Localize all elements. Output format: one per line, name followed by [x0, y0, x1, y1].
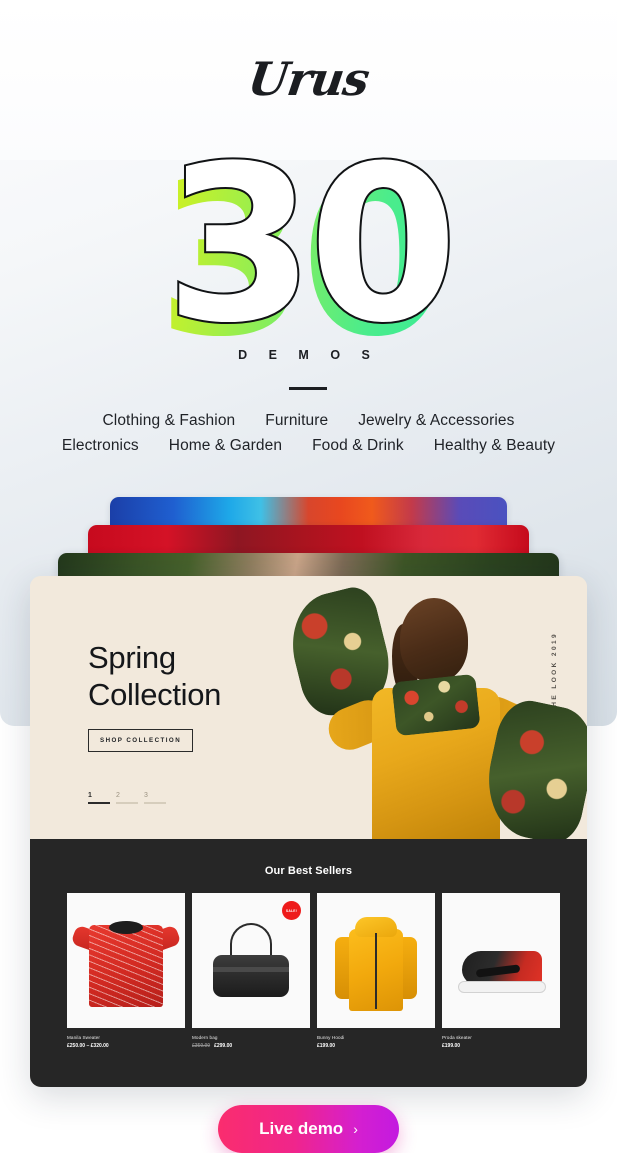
- sweater-collar: [109, 921, 143, 934]
- product-sale-price: £299.00: [214, 1043, 233, 1049]
- product-name: Manila Sweater: [67, 1035, 101, 1040]
- product-price: £350.00 £299.00: [192, 1043, 310, 1049]
- live-demo-label: Live demo: [259, 1119, 344, 1138]
- demos-underline-rule: [289, 387, 327, 390]
- jacket-zipper: [375, 933, 377, 1009]
- category-link-furniture[interactable]: Furniture: [265, 412, 328, 430]
- chevron-right-icon: ›: [353, 1121, 358, 1137]
- category-link-clothing-fashion[interactable]: Clothing & Fashion: [103, 412, 236, 430]
- sweater-body: [89, 925, 163, 1007]
- pagination-number-2: 2: [116, 792, 120, 799]
- pagination-number-3: 3: [144, 792, 148, 799]
- product-name: Proda skeater: [442, 1035, 472, 1040]
- pagination-bar-1: [88, 802, 110, 804]
- best-sellers-title: Our Best Sellers: [264, 865, 353, 877]
- hero-slider-pagination: 1 2 3: [88, 792, 166, 804]
- category-link-healthy-beauty[interactable]: Healthy & Beauty: [434, 437, 555, 455]
- product-image-modern-bag: SALE!: [192, 893, 310, 1028]
- product-grid: Manila Sweater £250.00 – £320.00 SALE! M…: [30, 877, 587, 1049]
- product-name: Bunny Hoodi: [317, 1035, 345, 1040]
- best-sellers-section: Our Best Sellers Manila Sweater £250.00 …: [30, 839, 587, 1087]
- pagination-bar-3: [144, 802, 166, 804]
- pagination-item-1[interactable]: 1: [88, 792, 110, 804]
- sneaker-sole: [458, 981, 546, 993]
- bag-strap: [213, 967, 289, 972]
- category-link-electronics[interactable]: Electronics: [62, 437, 139, 455]
- product-image-proda-skeater: [442, 893, 560, 1028]
- demo-count-number: 30: [163, 119, 460, 370]
- product-card-proda-skeater[interactable]: Proda skeater £199.00: [442, 893, 560, 1049]
- product-old-price: £350.00: [192, 1043, 211, 1049]
- category-nav: Clothing & Fashion Furniture Jewelry & A…: [0, 412, 617, 462]
- brand-logo: Urus: [244, 52, 373, 106]
- demos-label: D E M O S: [238, 348, 379, 362]
- product-card-modern-bag[interactable]: SALE! Modern bag £350.00 £299.00: [192, 893, 310, 1049]
- product-card-bunny-hoodi[interactable]: Bunny Hoodi £199.00: [317, 893, 435, 1049]
- product-card-manila-sweater[interactable]: Manila Sweater £250.00 – £320.00: [67, 893, 185, 1049]
- hero-model-image: [276, 576, 587, 839]
- pagination-item-3[interactable]: 3: [144, 792, 166, 804]
- pagination-item-2[interactable]: 2: [116, 792, 138, 804]
- shop-collection-button[interactable]: SHOP COLLECTION: [88, 729, 194, 752]
- demo-count-graphic: 30 30: [0, 119, 617, 370]
- product-image-manila-sweater: [67, 893, 185, 1028]
- category-link-food-drink[interactable]: Food & Drink: [312, 437, 404, 455]
- bag-body: [213, 955, 289, 997]
- pagination-bar-2: [116, 802, 138, 804]
- product-name: Modern bag: [192, 1035, 218, 1040]
- product-price: £199.00: [317, 1043, 336, 1049]
- hero-title-line-1: Spring: [88, 640, 176, 675]
- category-link-jewelry-accessories[interactable]: Jewelry & Accessories: [358, 412, 514, 430]
- live-demo-button[interactable]: Live demo ›: [218, 1105, 399, 1153]
- model-hair: [400, 598, 468, 682]
- hero-title-line-2: Collection: [88, 677, 222, 712]
- model-scarf: [391, 673, 481, 737]
- category-row-1: Clothing & Fashion Furniture Jewelry & A…: [0, 412, 617, 430]
- product-price: £199.00: [442, 1043, 461, 1049]
- category-link-home-garden[interactable]: Home & Garden: [169, 437, 282, 455]
- category-row-2: Electronics Home & Garden Food & Drink H…: [0, 437, 617, 455]
- product-price: £250.00 – £320.00: [67, 1043, 109, 1049]
- demo-hero-section: Spring Collection SHOP COLLECTION 1 2 3 …: [30, 576, 587, 839]
- product-image-bunny-hoodi: [317, 893, 435, 1028]
- featured-demo-card[interactable]: Spring Collection SHOP COLLECTION 1 2 3 …: [30, 576, 587, 1087]
- pagination-number-1: 1: [88, 792, 92, 799]
- sale-badge: SALE!: [282, 901, 301, 920]
